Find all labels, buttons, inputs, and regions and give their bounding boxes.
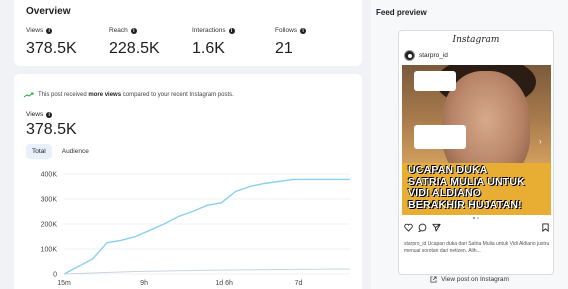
feed-preview-panel: Feed preview Instagram starpro_id UCAPAN… <box>371 0 568 289</box>
metric-value: 1.6K <box>192 40 225 57</box>
feed-preview-title: Feed preview <box>376 8 427 17</box>
comment-icon[interactable] <box>418 223 427 232</box>
chart-tabs: Total Audience <box>26 144 95 159</box>
tab-total[interactable]: Total <box>26 144 52 159</box>
carousel-dot <box>473 217 475 219</box>
bookmark-icon[interactable] <box>541 222 550 232</box>
series-line <box>63 178 350 275</box>
username: starpro_id <box>419 52 448 59</box>
post-author: starpro_id <box>404 50 448 61</box>
view-post-link[interactable]: View post on Instagram <box>371 276 568 283</box>
avatar <box>404 50 415 61</box>
metric-views: Views i 378.5K <box>26 27 77 58</box>
insights-panel: Overview Views i 378.5K Reach i 228.5K Int… <box>0 0 362 289</box>
x-tick-label: 15m <box>57 280 71 287</box>
metric-label: Follows <box>275 27 298 34</box>
notice-prefix: This post received <box>38 92 87 98</box>
info-icon[interactable]: i <box>46 27 53 34</box>
metric-label: Reach <box>109 27 128 34</box>
metric-value: 378.5K <box>26 40 77 57</box>
post-actions <box>404 222 550 232</box>
metric-follows: Follows i 21 <box>275 27 307 58</box>
views-label-row: Views i <box>26 111 53 118</box>
view-post-label: View post on Instagram <box>441 276 509 283</box>
tab-audience[interactable]: Audience <box>56 144 95 159</box>
views-label: Views <box>26 111 44 118</box>
metric-reach: Reach i 228.5K <box>109 27 160 58</box>
metric-value: 21 <box>275 40 293 57</box>
headline-line: BERAKHIR HUJATAN! <box>408 198 522 211</box>
carousel-dot <box>477 217 479 219</box>
metric-label: Interactions <box>192 27 226 34</box>
y-tick-label: 100K <box>41 247 58 254</box>
overview-card: Overview Views i 378.5K Reach i 228.5K Int… <box>14 0 362 66</box>
views-value: 378.5K <box>26 121 77 138</box>
views-chart-card: This post received more views compared t… <box>14 74 362 289</box>
share-icon[interactable] <box>432 223 441 232</box>
trend-up-icon <box>24 92 34 98</box>
info-icon[interactable]: i <box>228 27 235 34</box>
post-caption: starpro_id Ucapan duka dari Satria Mulia… <box>404 241 550 254</box>
notice-suffix: compared to your recent Instagram posts. <box>122 92 234 98</box>
y-tick-label: 200K <box>41 222 58 229</box>
overview-title: Overview <box>26 6 71 17</box>
info-icon[interactable]: i <box>130 27 137 34</box>
metric-label: Views <box>26 27 44 34</box>
carousel-dots <box>399 217 553 219</box>
screenshot-comment <box>414 125 466 149</box>
external-link-icon <box>430 276 437 283</box>
instagram-logo: Instagram <box>452 35 500 45</box>
x-tick-label: 7d <box>295 280 303 287</box>
x-tick-label: 9h <box>140 280 148 287</box>
post-image[interactable]: UCAPAN DUKA SATRIA MULIA UNTUK VIDI ALDI… <box>402 65 551 215</box>
info-icon[interactable]: i <box>46 111 53 118</box>
y-tick-label: 300K <box>41 197 58 204</box>
metric-interactions: Interactions i 1.6K <box>192 27 235 58</box>
post-headline: UCAPAN DUKA SATRIA MULIA UNTUK VIDI ALDI… <box>408 164 525 211</box>
y-tick-label: 0 <box>53 272 57 279</box>
views-line-chart: 0 100K 200K 300K 400K 15m 9h 1d 6h 7d <box>41 172 351 287</box>
series-line <box>63 268 351 275</box>
heart-icon[interactable] <box>404 223 413 232</box>
notice-bold: more views <box>88 92 122 98</box>
performance-notice: This post received more views compared t… <box>24 92 234 98</box>
x-tick-label: 1d 6h <box>215 280 233 287</box>
info-icon[interactable]: i <box>300 27 307 34</box>
instagram-preview-frame: Instagram starpro_id UCAPAN DUKA SATRIA … <box>398 30 554 275</box>
y-tick-label: 400K <box>41 172 58 179</box>
metric-value: 228.5K <box>109 40 160 57</box>
headline-line: UCAPAN DUKA <box>408 164 488 176</box>
chevron-right-icon[interactable]: › <box>539 137 547 146</box>
headline-line: VIDI ALDIANO <box>408 187 482 199</box>
screenshot-comment <box>414 71 456 91</box>
